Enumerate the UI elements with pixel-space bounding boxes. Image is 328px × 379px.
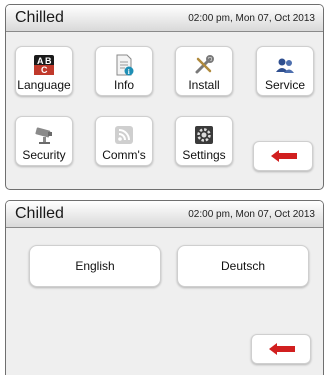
title-bar: Chilled 02:00 pm, Mon 07, Oct 2013 (6, 5, 323, 32)
svg-text:C: C (41, 65, 48, 75)
date-time: 02:00 pm, Mon 07, Oct 2013 (188, 13, 315, 24)
language-select-screen: Chilled 02:00 pm, Mon 07, Oct 2013 Engli… (5, 200, 324, 375)
security-label: Security (22, 148, 66, 162)
language-icon: A B C (34, 55, 54, 75)
app-title: Chilled (15, 205, 64, 222)
info-tile[interactable]: i Info (95, 46, 153, 96)
title-bar: Chilled 02:00 pm, Mon 07, Oct 2013 (6, 201, 323, 228)
comms-tile[interactable]: Comm's (95, 116, 153, 166)
info-label: Info (113, 78, 134, 92)
wireless-comm-icon (115, 126, 133, 144)
back-arrow-icon (269, 343, 295, 355)
security-tile[interactable]: Security (15, 116, 73, 166)
main-menu-screen: Chilled 02:00 pm, Mon 07, Oct 2013 A B C… (5, 4, 324, 190)
service-label: Service (264, 78, 305, 92)
svg-text:i: i (128, 68, 130, 76)
info-document-icon: i (116, 54, 134, 76)
settings-gear-icon (195, 126, 213, 144)
deutsch-button[interactable]: Deutsch (177, 245, 309, 287)
date-time: 02:00 pm, Mon 07, Oct 2013 (188, 209, 315, 220)
comms-label: Comm's (102, 148, 146, 162)
tools-icon (195, 55, 214, 74)
settings-label: Settings (182, 148, 226, 162)
install-label: Install (188, 78, 220, 92)
service-tile[interactable]: Service (256, 46, 314, 96)
app-title: Chilled (15, 9, 64, 26)
back-arrow-icon (271, 150, 297, 162)
service-icon (276, 58, 294, 73)
language-label: Language (17, 78, 71, 92)
english-button[interactable]: English (29, 245, 161, 287)
settings-tile[interactable]: Settings (175, 116, 233, 166)
back-button[interactable] (253, 141, 313, 171)
back-button[interactable] (251, 334, 311, 364)
language-tile[interactable]: A B C Language (15, 46, 73, 96)
install-tile[interactable]: Install (175, 46, 233, 96)
security-camera-icon (35, 127, 52, 144)
